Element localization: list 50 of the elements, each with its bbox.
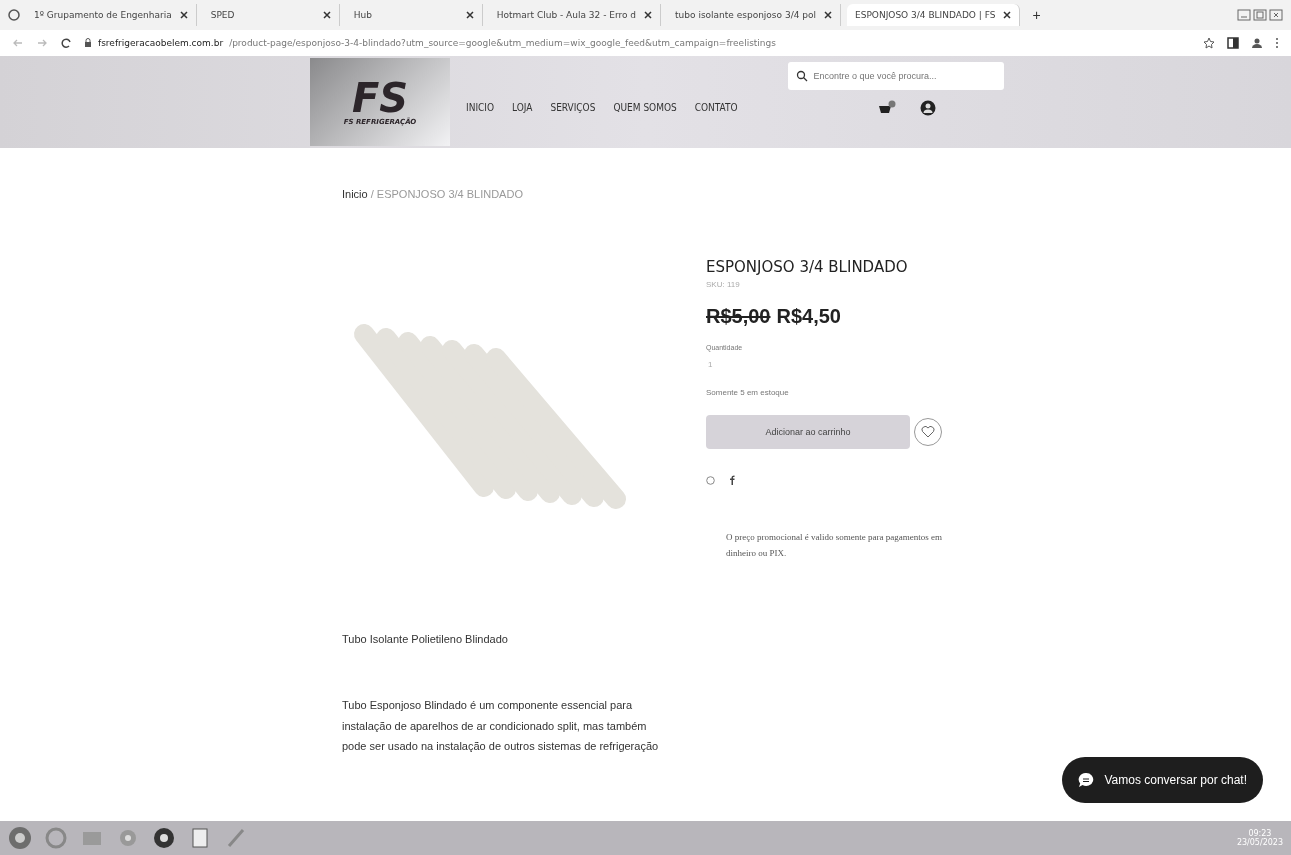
nav-link[interactable]: LOJA xyxy=(512,101,533,113)
menu-icon[interactable] xyxy=(1275,37,1279,49)
sidebar-icon[interactable] xyxy=(1227,37,1239,49)
user-icon[interactable] xyxy=(919,100,936,116)
description-text: Tubo Esponjoso Blindado é um componente essencial para instalação de aparelhos de ar condicionado split, mas também pode ser usado na instalação de outros sistemas de refrigeração xyxy=(342,698,660,755)
browser-tab[interactable]: ESPONJOSO 3/4 BLINDADO | FS xyxy=(847,4,1021,26)
start-icon[interactable] xyxy=(8,826,32,850)
profile-icon[interactable] xyxy=(1251,37,1263,49)
wishlist-button[interactable] xyxy=(914,418,942,446)
heart-icon xyxy=(921,426,935,438)
nav-link[interactable]: CONTATO xyxy=(694,101,738,113)
reload-icon[interactable] xyxy=(60,37,72,49)
breadcrumb-link[interactable]: Inicio xyxy=(342,188,368,200)
address-field[interactable]: fsrefrigeracaobelem.com.br /product-page/esponjoso-3-4-blindado?utm_source=google&utm_medium=wix_google_feed&utm_campaign=freelistings xyxy=(84,38,1191,48)
globe-icon[interactable] xyxy=(8,9,20,21)
promo-note: O preço promocional é valido somente para pagamentos em dinheiro ou PIX. xyxy=(726,531,943,561)
close-icon[interactable] xyxy=(824,11,832,19)
price: R$4,50 xyxy=(776,305,841,328)
stock-text: Somente 5 em estoque xyxy=(706,388,790,397)
close-icon[interactable] xyxy=(644,11,653,19)
nav-link[interactable]: INICIO xyxy=(466,101,495,113)
close-icon[interactable] xyxy=(179,11,188,19)
nav-link[interactable]: SERVIÇOS xyxy=(550,101,596,113)
facebook-icon[interactable] xyxy=(729,475,735,485)
chat-bubble-icon xyxy=(1078,772,1095,788)
star-icon[interactable] xyxy=(1203,37,1215,49)
cart-icon[interactable] xyxy=(877,100,896,116)
browser-tab[interactable]: tubo isolante esponjoso 3/4 pol xyxy=(667,4,841,26)
description-title: Tubo Isolante Polietileno Blindado xyxy=(342,633,509,646)
search-field[interactable]: Encontre o que você procura... xyxy=(787,62,1004,90)
clock-time: 09:23 xyxy=(1248,829,1272,838)
sku-text: SKU: 119 xyxy=(706,280,741,289)
browser-tab[interactable]: Hotmart Club - Aula 32 - Erro d xyxy=(488,4,662,26)
nav-link[interactable]: QUEM SOMOS xyxy=(613,101,677,113)
browser-tab[interactable]: Hub xyxy=(345,4,483,26)
maximize-icon[interactable] xyxy=(1253,9,1267,21)
browser-tab[interactable]: SPED xyxy=(202,4,340,26)
close-icon[interactable] xyxy=(322,11,331,19)
close-icon[interactable] xyxy=(1003,11,1012,19)
product-title: ESPONJOSO 3/4 BLINDADO xyxy=(706,258,909,276)
new-tab-button[interactable]: + xyxy=(1026,6,1047,24)
old-price: R$5,00 xyxy=(706,305,771,328)
clock-date: 23/05/2023 xyxy=(1236,838,1283,847)
chat-button[interactable]: Vamos conversar por chat! xyxy=(1062,757,1263,803)
add-to-cart-button[interactable]: Adicionar ao carrinho xyxy=(706,415,910,449)
browser-tab[interactable]: 1º Grupamento de Engenharia xyxy=(26,4,197,26)
lock-icon xyxy=(84,38,92,48)
close-icon[interactable] xyxy=(465,11,474,19)
breadcrumb-current: / ESPONJOSO 3/4 BLINDADO xyxy=(370,188,523,200)
minimize-icon[interactable] xyxy=(1237,9,1251,21)
